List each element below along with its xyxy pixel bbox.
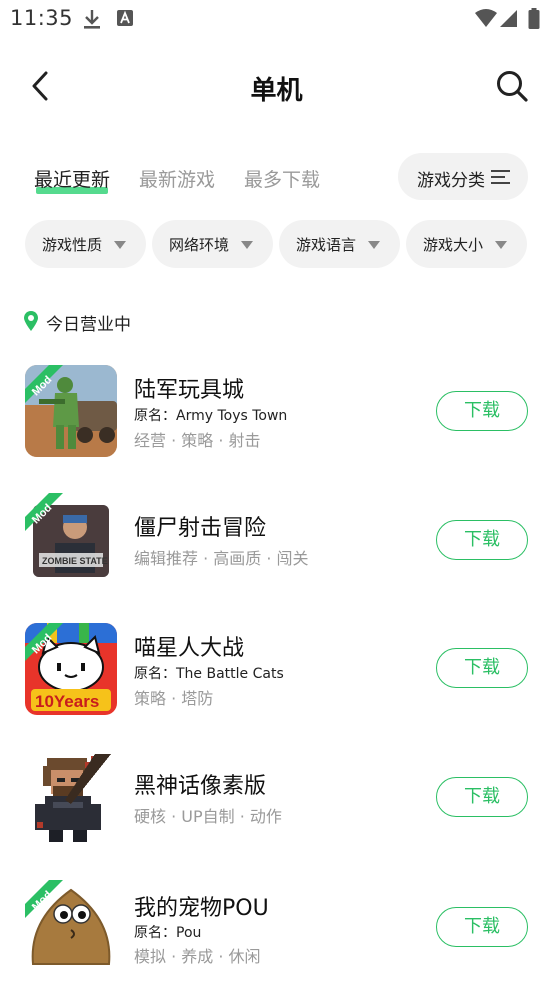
list-item[interactable]: Mod 我的宠物POU 原名：Pou 模拟 · 养成 · 休闲 下载 — [0, 876, 553, 986]
cell-signal-icon — [500, 8, 518, 32]
tab-label: 最近更新 — [34, 169, 111, 191]
svg-text:Mod: Mod — [30, 632, 54, 656]
filter-label: 网络环境 — [169, 236, 230, 254]
tab-newest-games[interactable]: 最新游戏 — [139, 165, 215, 192]
section-title: 今日营业中 — [46, 315, 131, 335]
mod-badge: Mod — [25, 623, 63, 661]
filter-label: 游戏大小 — [423, 236, 484, 254]
tab-recent-update[interactable]: 最近更新 — [34, 165, 111, 194]
tab-most-downloads[interactable]: 最多下载 — [244, 165, 320, 192]
game-icon-army-toys: Mod — [25, 365, 117, 457]
svg-text:10Years: 10Years — [35, 692, 99, 711]
game-tags: 模拟 · 养成 · 休闲 — [134, 947, 261, 966]
download-button[interactable]: 下载 — [436, 520, 528, 560]
page-title: 单机 — [250, 76, 303, 106]
filter-size[interactable]: 游戏大小 — [406, 220, 527, 268]
game-tags: 硬核 · UP自制 · 动作 — [134, 807, 282, 826]
download-button[interactable]: 下载 — [436, 907, 528, 947]
filter-network[interactable]: 网络环境 — [152, 220, 273, 268]
mod-badge: Mod — [25, 880, 63, 918]
filter-language[interactable]: 游戏语言 — [279, 220, 400, 268]
game-tags: 经营 · 策略 · 射击 — [134, 431, 261, 450]
game-tags: 策略 · 塔防 — [134, 689, 214, 708]
svg-text:Mod: Mod — [30, 502, 54, 526]
tab-label: 最多下载 — [244, 169, 321, 191]
filter-label: 游戏语言 — [296, 236, 357, 254]
download-button[interactable]: 下载 — [436, 391, 528, 431]
list-item[interactable]: Mod 陆军玩具城 原名：Army Toys Town 经营 · 策略 · 射击… — [0, 360, 553, 470]
game-name: 僵尸射击冒险 — [134, 516, 267, 541]
search-icon — [497, 71, 528, 102]
filter-game-nature[interactable]: 游戏性质 — [25, 220, 146, 268]
mod-badge: Mod — [25, 365, 63, 403]
game-name: 我的宠物POU — [134, 896, 269, 921]
list-item[interactable]: ZOMBIE STATE Mod 僵尸射击冒险 编辑推荐 · 高画质 · 闯关 … — [0, 490, 553, 600]
caret-down-icon — [495, 241, 507, 249]
svg-text:Mod: Mod — [30, 374, 54, 398]
download-icon — [82, 8, 102, 34]
category-button[interactable]: 游戏分类 — [398, 153, 528, 200]
status-time: 11:35 — [10, 6, 74, 30]
game-name: 喵星人大战 — [134, 636, 245, 661]
game-original-name: 原名：Pou — [134, 925, 202, 941]
svg-text:Mod: Mod — [30, 889, 54, 913]
battery-icon — [528, 8, 540, 34]
game-name: 黑神话像素版 — [134, 774, 267, 799]
caret-down-icon — [241, 241, 253, 249]
tab-label: 最新游戏 — [139, 169, 216, 191]
download-button[interactable]: 下载 — [436, 777, 528, 817]
list-item[interactable]: 黑神话像素版 硬核 · UP自制 · 动作 下载 — [0, 748, 553, 858]
status-bar: 11:35 — [0, 0, 553, 38]
search-button[interactable] — [494, 68, 530, 104]
game-icon-zombie-state: ZOMBIE STATE Mod — [25, 493, 117, 585]
caret-down-icon — [114, 241, 126, 249]
filter-label: 游戏性质 — [42, 236, 103, 254]
filter-lines-icon — [491, 170, 510, 184]
game-original-name: 原名：The Battle Cats — [134, 666, 284, 682]
game-icon-pou: Mod — [25, 880, 117, 972]
mod-badge: Mod — [25, 493, 63, 531]
game-name: 陆军玩具城 — [134, 378, 245, 403]
location-pin-icon — [24, 311, 38, 331]
download-button[interactable]: 下载 — [436, 648, 528, 688]
game-original-name: 原名：Army Toys Town — [134, 408, 288, 424]
svg-text:ZOMBIE STATE: ZOMBIE STATE — [42, 556, 108, 566]
game-icon-black-myth-pixel — [25, 752, 117, 844]
wifi-icon — [474, 8, 498, 32]
game-tags: 编辑推荐 · 高画质 · 闯关 — [134, 549, 309, 568]
keyboard-a-icon — [116, 8, 134, 32]
list-item[interactable]: 10Years Mod 喵星人大战 原名：The Battle Cats 策略 … — [0, 618, 553, 728]
game-icon-battle-cats: 10Years Mod — [25, 623, 117, 715]
category-button-label: 游戏分类 — [417, 171, 485, 191]
caret-down-icon — [368, 241, 380, 249]
